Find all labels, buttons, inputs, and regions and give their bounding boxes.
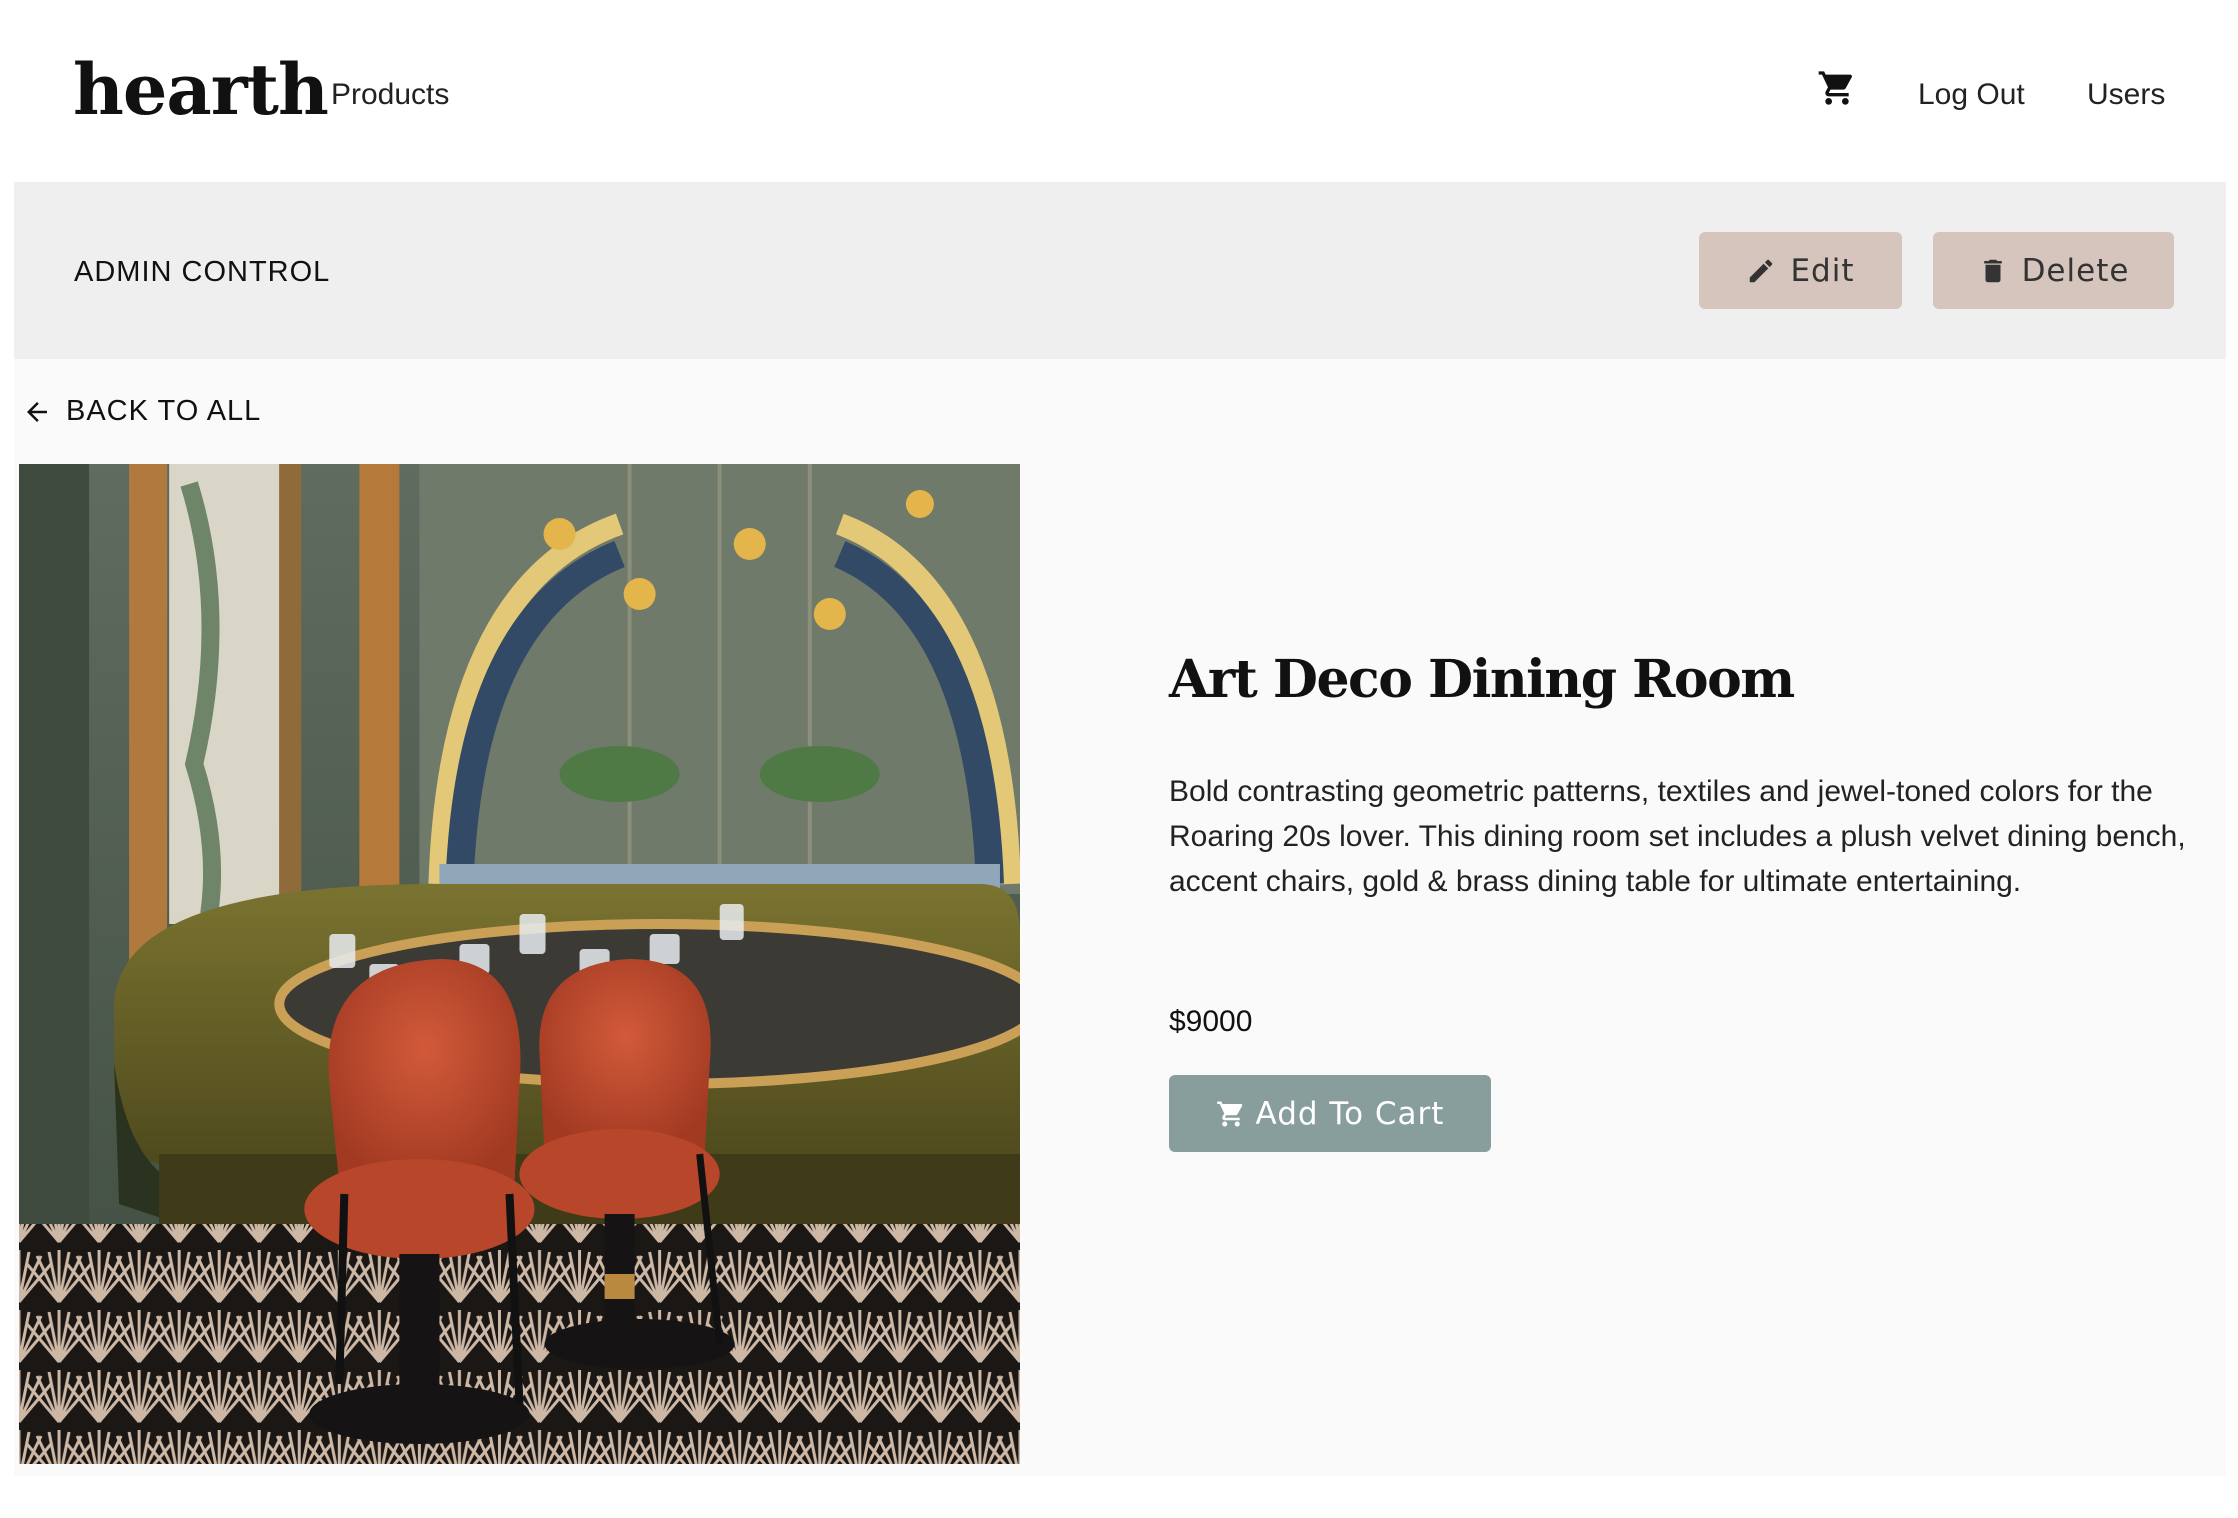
cart-icon xyxy=(1216,1101,1242,1126)
back-to-all-label: BACK TO ALL xyxy=(66,395,262,427)
add-to-cart-label: Add To Cart xyxy=(1255,1095,1445,1132)
product-price: $9000 xyxy=(1169,1005,1253,1038)
add-to-cart-button[interactable]: Add To Cart xyxy=(1169,1075,1491,1152)
product-detail: BACK TO ALL Art Deco Dining Room Bold co… xyxy=(14,359,2226,1476)
admin-control-title: ADMIN CONTROL xyxy=(74,256,331,288)
arrow-left-icon xyxy=(27,401,47,422)
pencil-icon xyxy=(1750,259,1773,282)
trash-icon xyxy=(1983,259,2002,282)
admin-control-bar: ADMIN CONTROL Edit Delete xyxy=(14,182,2226,359)
nav-logout-link[interactable]: Log Out xyxy=(1918,78,2025,112)
nav-users-link[interactable]: Users xyxy=(2087,78,2165,112)
back-to-all-link[interactable]: BACK TO ALL xyxy=(22,395,261,428)
logo[interactable]: hearth xyxy=(73,48,329,131)
delete-button-label: Delete xyxy=(2021,252,2130,289)
product-description: Bold contrasting geometric patterns, tex… xyxy=(1169,775,2186,898)
delete-button[interactable]: Delete xyxy=(1933,232,2174,309)
edit-button[interactable]: Edit xyxy=(1699,232,1902,309)
nav-products-link[interactable]: Products xyxy=(331,78,449,112)
product-image xyxy=(19,464,1020,1464)
edit-button-label: Edit xyxy=(1790,252,1855,289)
top-nav: hearth Products Log Out Users xyxy=(0,0,2238,182)
cart-icon[interactable] xyxy=(1817,68,1857,108)
product-title: Art Deco Dining Room xyxy=(1169,649,1795,710)
